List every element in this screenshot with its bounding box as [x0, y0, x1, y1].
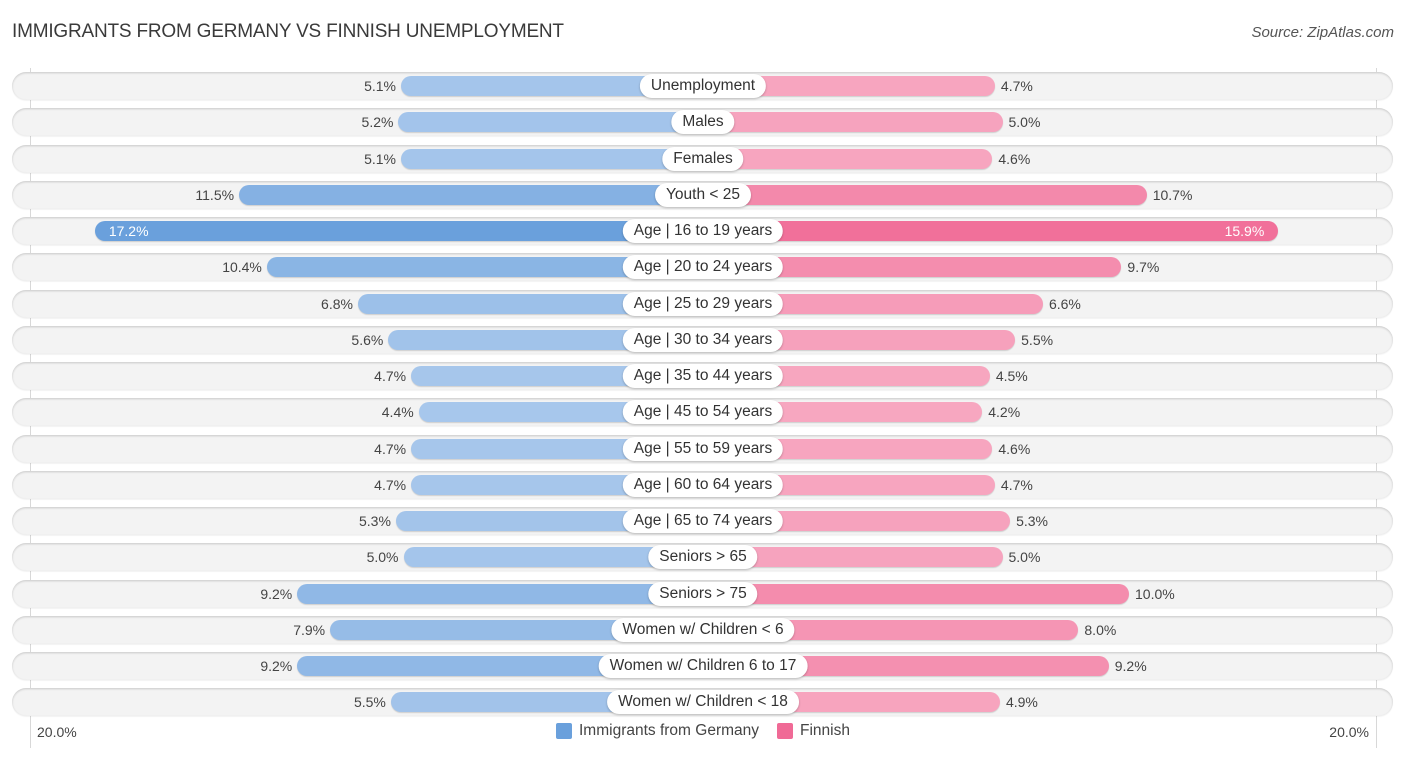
value-label-germany: 11.5%: [195, 186, 235, 203]
value-label-finnish: 5.0%: [1008, 114, 1041, 131]
value-label-finnish: 4.6%: [998, 440, 1031, 457]
bar-finnish[interactable]: [703, 583, 1129, 604]
value-label-finnish: 9.2%: [1114, 658, 1147, 674]
value-label-germany: 4.7%: [374, 476, 407, 493]
value-label-finnish: 10.0%: [1135, 585, 1175, 602]
value-label-germany: 10.4%: [222, 259, 262, 276]
chart-title: IMMIGRANTS FROM GERMANY VS FINNISH UNEMP…: [12, 21, 564, 42]
value-label-finnish: 5.3%: [1016, 513, 1048, 529]
legend-label-finnish: Finnish: [800, 722, 850, 739]
value-label-germany: 5.5%: [353, 694, 386, 711]
category-label: Women w/ Children < 18: [607, 690, 799, 715]
category-label: Age | 20 to 24 years: [622, 255, 784, 280]
category-label: Unemployment: [639, 74, 767, 98]
category-label: Age | 16 to 19 years: [622, 219, 784, 243]
category-label: Age | 55 to 59 years: [622, 436, 784, 461]
value-label-germany: 9.2%: [260, 585, 293, 602]
value-label-germany: 7.9%: [293, 621, 326, 638]
bar-germany[interactable]: [400, 148, 703, 169]
value-label-germany: 9.2%: [260, 658, 293, 674]
value-label-finnish: 4.7%: [1000, 78, 1033, 94]
bar-finnish[interactable]: [703, 112, 1003, 133]
category-label: Age | 30 to 34 years: [622, 327, 784, 352]
bar-germany[interactable]: [94, 221, 703, 241]
value-label-germany: 4.7%: [374, 368, 407, 384]
bar-germany[interactable]: [398, 112, 703, 133]
bar-finnish[interactable]: [703, 221, 1279, 241]
value-label-finnish: 6.6%: [1048, 295, 1081, 312]
legend-label-germany: Immigrants from Germany: [579, 722, 760, 739]
legend-item-finnish[interactable]: Finnish: [777, 722, 850, 740]
value-label-finnish: 10.7%: [1152, 186, 1193, 203]
category-label: Youth < 25: [655, 182, 751, 207]
value-label-germany: 17.2%: [108, 223, 149, 239]
legend-item-germany[interactable]: Immigrants from Germany: [556, 722, 759, 740]
source-label: Source: ZipAtlas.com: [1251, 24, 1394, 41]
value-label-germany: 5.1%: [364, 150, 396, 167]
value-label-finnish: 15.9%: [1224, 223, 1265, 239]
value-label-germany: 5.3%: [359, 513, 391, 529]
value-label-finnish: 4.7%: [1000, 476, 1033, 493]
category-label: Seniors > 75: [648, 581, 758, 606]
bar-germany[interactable]: [239, 184, 703, 205]
value-label-finnish: 9.7%: [1127, 259, 1160, 276]
category-label: Seniors > 65: [648, 545, 758, 570]
bar-finnish[interactable]: [703, 148, 993, 169]
category-label: Age | 35 to 44 years: [622, 364, 784, 388]
legend-swatch-germany: [556, 723, 572, 739]
category-label: Age | 45 to 54 years: [622, 400, 784, 425]
value-label-finnish: 4.5%: [995, 368, 1028, 384]
value-label-germany: 4.4%: [381, 404, 414, 421]
category-label: Age | 65 to 74 years: [622, 509, 784, 533]
legend-swatch-finnish: [777, 723, 794, 739]
category-label: Women w/ Children < 6: [611, 617, 795, 642]
value-label-germany: 5.2%: [361, 114, 394, 131]
value-label-germany: 5.1%: [364, 78, 396, 94]
value-label-germany: 5.6%: [351, 331, 384, 348]
value-label-finnish: 4.6%: [998, 150, 1031, 167]
bar-germany[interactable]: [297, 583, 703, 604]
category-label: Age | 25 to 29 years: [622, 291, 784, 316]
category-label: Females: [662, 146, 744, 171]
value-label-finnish: 5.5%: [1021, 331, 1054, 348]
value-label-finnish: 4.2%: [988, 404, 1021, 421]
category-label: Women w/ Children 6 to 17: [598, 654, 808, 678]
value-label-germany: 4.7%: [374, 440, 407, 457]
legend: Immigrants from Germany Finnish: [0, 722, 1406, 740]
bar-finnish[interactable]: [703, 184, 1147, 205]
category-label: Males: [671, 110, 735, 135]
value-label-finnish: 8.0%: [1084, 621, 1117, 638]
value-label-finnish: 4.9%: [1005, 694, 1038, 711]
value-label-germany: 5.0%: [366, 549, 399, 566]
category-label: Age | 60 to 64 years: [622, 472, 784, 497]
value-label-finnish: 5.0%: [1008, 549, 1041, 566]
value-label-germany: 6.8%: [321, 295, 353, 312]
